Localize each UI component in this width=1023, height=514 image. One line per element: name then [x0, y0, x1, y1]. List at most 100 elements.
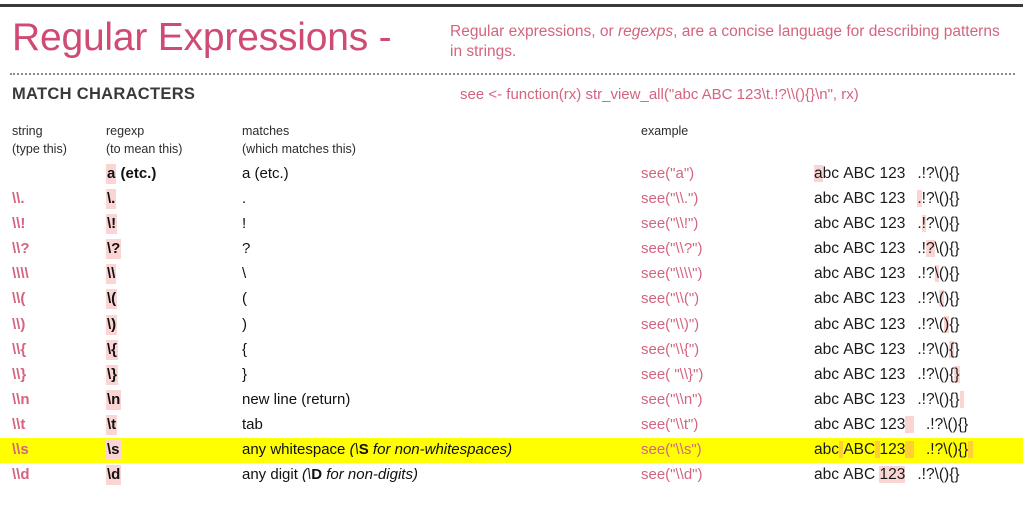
- match-highlight: ?: [925, 240, 935, 258]
- regexp-highlight: \n: [106, 389, 122, 410]
- matches-text: ?: [242, 240, 251, 258]
- output-text: }: [954, 340, 960, 358]
- match-highlight: [905, 415, 914, 433]
- regexp-highlight: \!: [106, 214, 118, 235]
- matches-text: }: [242, 365, 248, 383]
- cell-regexp: \d: [106, 463, 122, 488]
- matches-text: a (etc.): [242, 165, 289, 182]
- cell-example: see("\\t"): [641, 415, 699, 433]
- cell-output: abc ABC 123 .!?\(){}: [814, 338, 960, 363]
- cell-example: see("\\."): [641, 190, 699, 208]
- cell-regexp: \.: [106, 187, 117, 212]
- cell-regexp: \{: [106, 338, 119, 363]
- column-header-regexp: regexp (to mean this): [106, 122, 182, 158]
- cell-output: abc ABC 123 .!?\(){}: [814, 413, 968, 438]
- matches-text: (: [242, 290, 247, 308]
- matches-text: .: [242, 190, 247, 208]
- output-text: ){}: [944, 290, 960, 308]
- output-text: abc ABC 123: [814, 390, 906, 408]
- table-row: \\} \}} see( "\\}") abc ABC 123 .!?\(){}: [0, 363, 1023, 388]
- cell-regexp: \\: [106, 262, 117, 287]
- matches-text: any digit: [242, 466, 303, 484]
- regexp-highlight: \): [106, 314, 118, 335]
- cell-string: \\\\: [12, 265, 29, 283]
- output-text: abc ABC 123: [814, 315, 906, 333]
- output-text: \(){}: [934, 240, 960, 258]
- cell-regexp: \(: [106, 287, 118, 312]
- cell-matches: any digit (\D for non-digits): [242, 463, 418, 488]
- cell-regexp: \s: [106, 438, 121, 463]
- match-highlight: 123: [879, 466, 906, 484]
- cell-matches: a (etc.): [242, 162, 289, 187]
- regexp-highlight: \.: [106, 189, 117, 210]
- regexp-highlight: \(: [106, 289, 118, 310]
- output-text: .: [917, 215, 922, 233]
- cell-string: \\}: [12, 365, 27, 383]
- table-row: \\t \t tab see("\\t") abc ABC 123 .!?\(){}: [0, 413, 1023, 438]
- page-header: Regular Expressions - Regular expression…: [0, 10, 1023, 68]
- regexp-suffix: (etc.): [116, 165, 157, 182]
- table-row: \\d \d any digit (\D for non-digits) see("\…: [0, 463, 1023, 488]
- matches-text: !: [242, 215, 247, 233]
- output-text: .!?\(){: [917, 365, 955, 383]
- match-highlight: }: [954, 365, 960, 383]
- cell-example: see("a"): [641, 165, 695, 182]
- top-rule: [0, 4, 1023, 7]
- dotted-divider: [10, 73, 1015, 75]
- cell-output: abc ABC 123 .!?\(){}: [814, 287, 960, 312]
- column-header-string-sub: (type this): [12, 142, 67, 157]
- output-text: abc ABC 123: [814, 215, 906, 233]
- match-highlight: [968, 441, 973, 459]
- column-header-string-label: string: [12, 124, 43, 138]
- table-row: \\? \?? see("\\?") abc ABC 123 .!?\(){}: [0, 237, 1023, 262]
- cell-regexp: \?: [106, 237, 122, 262]
- cell-example: see( "\\}"): [641, 365, 704, 383]
- output-text: ?\(){}: [925, 215, 960, 233]
- match-characters-table: a (etc.) a (etc.) see("a") abc ABC 123 .!?\(…: [0, 162, 1023, 488]
- cell-string: \\(: [12, 290, 26, 308]
- page-subtitle: Regular expressions, or regexps, are a c…: [450, 22, 1010, 62]
- output-text: ABC: [843, 441, 876, 459]
- cell-output: abc ABC 123 .!?\(){}: [814, 262, 960, 287]
- match-highlight: a: [814, 165, 823, 182]
- cell-matches: !: [242, 212, 246, 237]
- cell-example: see("\\!"): [641, 215, 699, 233]
- output-text: {}: [949, 315, 960, 333]
- cell-string: \\.: [12, 190, 25, 208]
- cell-matches: {: [242, 338, 247, 363]
- cell-regexp: \t: [106, 413, 118, 438]
- column-header-example-label: example: [641, 124, 689, 138]
- cell-example: see("\\("): [641, 290, 700, 308]
- cell-matches: new line (return): [242, 388, 350, 413]
- subtitle-emphasis: regexps: [618, 23, 674, 40]
- output-text: 123: [879, 441, 906, 459]
- output-text: .!?\(){}: [917, 466, 960, 484]
- cell-example: see("\\d"): [641, 466, 703, 484]
- cell-matches: .: [242, 187, 246, 212]
- cell-example: see("\\\\"): [641, 265, 703, 283]
- output-text: .!?\(){}: [926, 441, 969, 459]
- column-header-regexp-label: regexp: [106, 124, 145, 138]
- cell-output: abc ABC 123 .!?\(){}: [814, 463, 960, 488]
- cell-output: abc ABC 123 .!?\(){}: [814, 438, 973, 463]
- matches-text: tab: [242, 415, 263, 433]
- output-text: .!?\: [917, 290, 939, 308]
- regexp-highlight: \}: [106, 364, 119, 385]
- column-header-regexp-sub: (to mean this): [106, 142, 183, 157]
- output-text: .!?\(){}: [917, 165, 960, 182]
- output-text: abc ABC 123: [814, 190, 906, 208]
- cell-regexp: \!: [106, 212, 118, 237]
- regexp-highlight: a: [106, 164, 117, 184]
- matches-note: (\D for non-digits): [302, 466, 418, 484]
- table-row: \\! \!! see("\\!") abc ABC 123 .!?\(){}: [0, 212, 1023, 237]
- output-text: .!?\(): [917, 340, 950, 358]
- cell-matches: tab: [242, 413, 263, 438]
- matches-text: ): [242, 315, 247, 333]
- table-row: \\n \n new line (return) see("\\n") abc ABC …: [0, 388, 1023, 413]
- cell-example: see("\\)"): [641, 315, 700, 333]
- output-text: abc: [814, 441, 839, 459]
- cell-example: see("\\n"): [641, 390, 703, 408]
- output-text: abc ABC 123: [814, 365, 906, 383]
- column-header-matches-sub: (which matches this): [242, 142, 356, 157]
- table-row: \\{\{{see("\\{") abc ABC 123 .!?\(){}: [0, 338, 1023, 363]
